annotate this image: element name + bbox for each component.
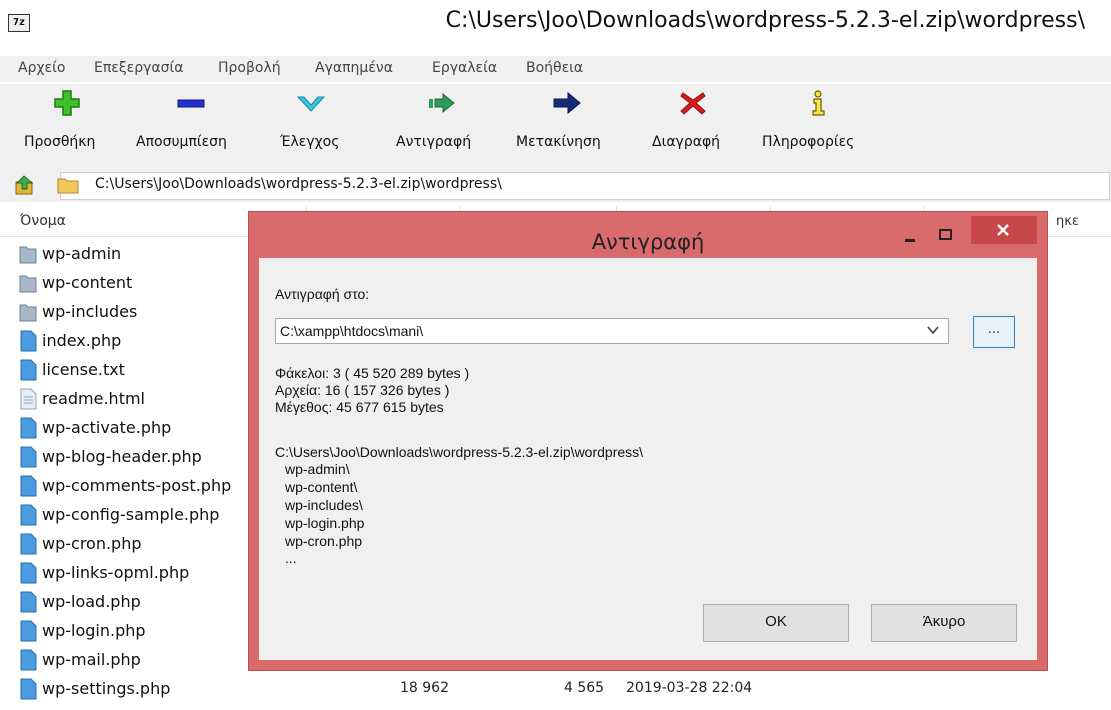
- window-title: C:\Users\Joo\Downloads\wordpress-5.2.3-e…: [445, 8, 1085, 33]
- file-name: wp-login.php: [42, 621, 146, 640]
- info-icon: [812, 90, 825, 116]
- dialog-body: Αντιγραφή στο: C:\xampp\htdocs\mani\ ...…: [259, 258, 1037, 660]
- destination-value: C:\xampp\htdocs\mani\: [280, 323, 424, 339]
- file-size: 18 962: [400, 680, 449, 696]
- size-summary: Μέγεθος: 45 677 615 bytes: [275, 399, 444, 415]
- menu-tools[interactable]: Εργαλεία: [432, 60, 497, 76]
- file-icon: [20, 475, 37, 497]
- dialog-title: Αντιγραφή: [591, 230, 705, 254]
- maximize-icon[interactable]: [935, 222, 957, 248]
- file-icon: [20, 591, 37, 613]
- folder-icon: [19, 275, 37, 293]
- add-icon: [54, 90, 80, 116]
- window-title-bar: 7z C:\Users\Joo\Downloads\wordpress-5.2.…: [0, 0, 1111, 50]
- copy-button[interactable]: Αντιγραφή: [396, 88, 496, 162]
- chevron-down-icon[interactable]: [926, 323, 940, 337]
- file-name: wp-cron.php: [42, 534, 142, 553]
- address-input[interactable]: C:\Users\Joo\Downloads\wordpress-5.2.3-e…: [57, 172, 1110, 200]
- copy-icon: [429, 92, 455, 114]
- info-label: Πληροφορίες: [762, 134, 855, 150]
- test-button[interactable]: Έλεγχος: [270, 88, 360, 162]
- extract-label: Αποσυμπίεση: [136, 134, 227, 150]
- info-button[interactable]: Πληροφορίες: [760, 88, 870, 162]
- toolbar: Προσθήκη Αποσυμπίεση Έλεγχος Αντιγραφή Μ…: [0, 84, 1111, 168]
- menu-edit[interactable]: Επεξεργασία: [94, 60, 183, 76]
- source-item: wp-content\: [285, 479, 358, 495]
- extract-icon: [177, 99, 205, 108]
- file-name: wp-load.php: [42, 592, 141, 611]
- file-name: index.php: [42, 331, 122, 350]
- folder-icon: [19, 304, 37, 322]
- folder-icon: [19, 246, 37, 264]
- cancel-button[interactable]: Άκυρο: [871, 604, 1017, 642]
- source-item: wp-cron.php: [285, 533, 363, 549]
- file-icon: [20, 533, 37, 555]
- file-icon: [20, 620, 37, 642]
- test-label: Έλεγχος: [280, 134, 340, 150]
- close-icon: [997, 224, 1009, 236]
- file-name: wp-includes: [42, 302, 138, 321]
- menu-favorites[interactable]: Αγαπημένα: [315, 60, 393, 76]
- file-modified: 2019-03-28 22:04: [626, 680, 753, 696]
- add-button[interactable]: Προσθήκη: [22, 88, 118, 162]
- file-name: wp-admin: [42, 244, 122, 263]
- menu-help[interactable]: Βοήθεια: [526, 60, 583, 76]
- copy-label: Αντιγραφή: [396, 134, 472, 150]
- file-name: wp-comments-post.php: [42, 476, 232, 495]
- menu-bar: Αρχείο Επεξεργασία Προβολή Αγαπημένα Εργ…: [0, 56, 1111, 82]
- file-name: wp-links-opml.php: [42, 563, 190, 582]
- minimize-icon[interactable]: [901, 222, 921, 248]
- address-path: C:\Users\Joo\Downloads\wordpress-5.2.3-e…: [95, 176, 502, 192]
- address-bar: C:\Users\Joo\Downloads\wordpress-5.2.3-e…: [0, 168, 1111, 202]
- file-icon: [20, 417, 37, 439]
- move-icon: [553, 91, 581, 115]
- file-name: readme.html: [42, 389, 145, 408]
- move-label: Μετακίνηση: [516, 134, 601, 150]
- ok-button[interactable]: OK: [703, 604, 849, 642]
- copy-to-label: Αντιγραφή στο:: [275, 286, 370, 302]
- file-name: wp-content: [42, 273, 133, 292]
- delete-icon: [680, 92, 706, 115]
- copy-dialog: Αντιγραφή Αντιγραφή στο: C:\xampp\htdocs…: [248, 211, 1048, 671]
- source-item: wp-includes\: [285, 497, 363, 513]
- file-icon: [20, 330, 37, 352]
- folder-icon: [57, 178, 79, 194]
- file-icon: [20, 504, 37, 526]
- file-icon: [20, 562, 37, 584]
- files-summary: Αρχεία: 16 ( 157 326 bytes ): [275, 382, 450, 398]
- source-item-more: ...: [285, 550, 297, 566]
- file-name: wp-mail.php: [42, 650, 141, 669]
- html-file-icon: [20, 388, 37, 410]
- file-name: wp-config-sample.php: [42, 505, 220, 524]
- file-icon: [20, 359, 37, 381]
- source-item: wp-login.php: [285, 515, 365, 531]
- file-name: wp-blog-header.php: [42, 447, 202, 466]
- file-icon: [20, 678, 37, 700]
- file-name: license.txt: [42, 360, 125, 379]
- list-item[interactable]: wp-settings.php 18 962 4 565 2019-03-28 …: [0, 675, 1111, 704]
- extract-button[interactable]: Αποσυμπίεση: [134, 88, 254, 162]
- add-label: Προσθήκη: [24, 134, 96, 150]
- browse-button[interactable]: ...: [973, 316, 1015, 348]
- delete-button[interactable]: Διαγραφή: [650, 88, 740, 162]
- menu-file[interactable]: Αρχείο: [18, 60, 65, 76]
- file-icon: [20, 446, 37, 468]
- column-name[interactable]: Όνομα: [20, 213, 66, 229]
- 7zip-app-icon: 7z: [8, 14, 30, 32]
- move-button[interactable]: Μετακίνηση: [516, 88, 626, 162]
- source-path: C:\Users\Joo\Downloads\wordpress-5.2.3-e…: [275, 444, 644, 460]
- test-icon: [296, 96, 326, 112]
- file-packed-size: 4 565: [564, 680, 605, 696]
- destination-combobox[interactable]: C:\xampp\htdocs\mani\: [275, 318, 949, 344]
- menu-view[interactable]: Προβολή: [218, 60, 281, 76]
- file-name: wp-settings.php: [42, 679, 171, 698]
- close-button[interactable]: [971, 216, 1037, 244]
- up-folder-icon[interactable]: [14, 174, 36, 196]
- folders-summary: Φάκελοι: 3 ( 45 520 289 bytes ): [275, 365, 470, 381]
- file-name: wp-activate.php: [42, 418, 172, 437]
- source-item: wp-admin\: [285, 461, 350, 477]
- delete-label: Διαγραφή: [652, 134, 721, 150]
- file-icon: [20, 649, 37, 671]
- column-modified-partial[interactable]: ηκε: [1056, 214, 1079, 229]
